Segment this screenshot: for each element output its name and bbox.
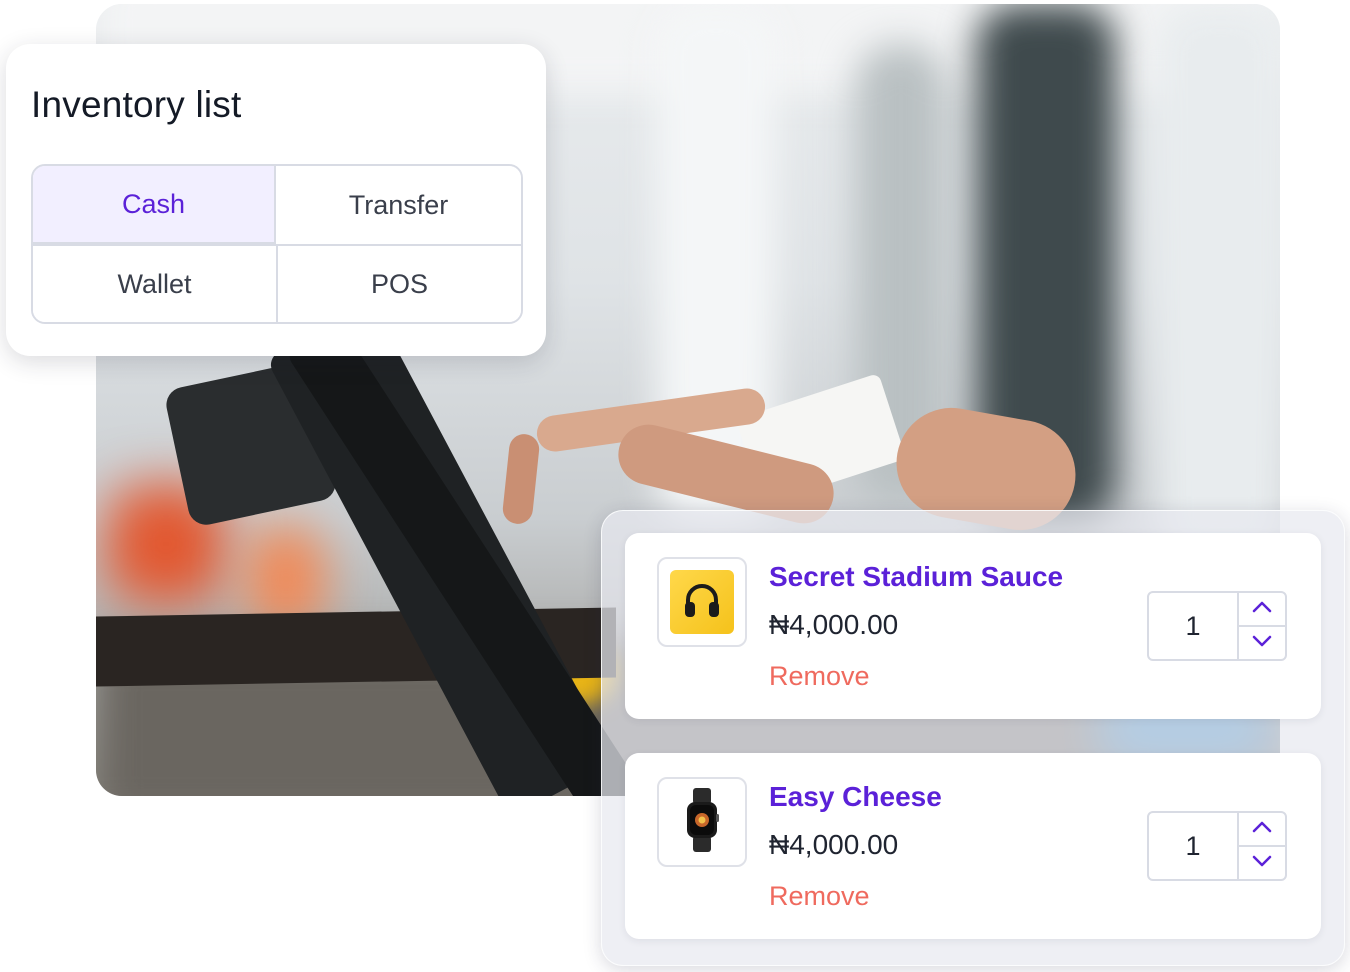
payment-option-pos[interactable]: POS bbox=[276, 244, 521, 322]
quantity-stepper[interactable]: 1 bbox=[1147, 591, 1287, 661]
product-thumbnail bbox=[657, 777, 747, 867]
remove-button[interactable]: Remove bbox=[769, 881, 870, 912]
chevron-down-icon bbox=[1252, 634, 1272, 652]
payment-option-wallet[interactable]: Wallet bbox=[33, 244, 276, 322]
product-price: ₦4,000.00 bbox=[769, 829, 899, 860]
cart-item: Easy Cheese ₦4,000.00 Remove 1 bbox=[625, 753, 1321, 939]
product-price: ₦4,000.00 bbox=[769, 609, 899, 640]
smartwatch-icon bbox=[682, 787, 722, 857]
product-name[interactable]: Secret Stadium Sauce bbox=[769, 561, 1063, 593]
decrement-button[interactable] bbox=[1239, 627, 1285, 659]
cart-panel: Secret Stadium Sauce ₦4,000.00 Remove 1 bbox=[601, 510, 1345, 966]
chevron-down-icon bbox=[1252, 854, 1272, 872]
payment-option-transfer[interactable]: Transfer bbox=[276, 166, 521, 244]
payment-option-cash[interactable]: Cash bbox=[33, 166, 276, 244]
inventory-title: Inventory list bbox=[31, 84, 242, 125]
increment-button[interactable] bbox=[1239, 813, 1285, 847]
chevron-up-icon bbox=[1252, 600, 1272, 618]
quantity-stepper[interactable]: 1 bbox=[1147, 811, 1287, 881]
remove-button[interactable]: Remove bbox=[769, 661, 870, 692]
increment-button[interactable] bbox=[1239, 593, 1285, 627]
decrement-button[interactable] bbox=[1239, 847, 1285, 879]
product-thumbnail bbox=[657, 557, 747, 647]
headphones-icon bbox=[680, 578, 724, 627]
product-name[interactable]: Easy Cheese bbox=[769, 781, 942, 813]
payment-method-grid: Cash Transfer Wallet POS bbox=[31, 164, 523, 324]
cart-item: Secret Stadium Sauce ₦4,000.00 Remove 1 bbox=[625, 533, 1321, 719]
inventory-card: Inventory list Cash Transfer Wallet POS bbox=[6, 44, 546, 356]
quantity-value[interactable]: 1 bbox=[1149, 593, 1239, 659]
chevron-up-icon bbox=[1252, 820, 1272, 838]
quantity-value[interactable]: 1 bbox=[1149, 813, 1239, 879]
